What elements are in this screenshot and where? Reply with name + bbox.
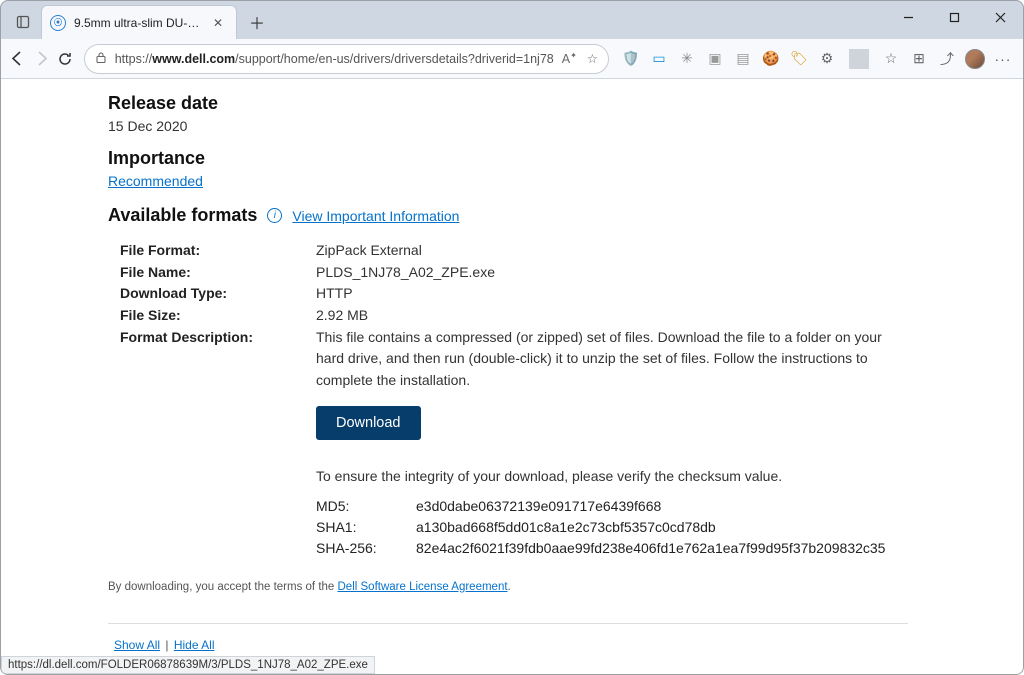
- menu-button[interactable]: ···: [993, 49, 1013, 69]
- reader-icon[interactable]: A✦: [562, 51, 577, 66]
- tab-strip: ⦿ 9.5mm ultra-slim DU-8A5LH FW ✕ ＋: [5, 5, 271, 39]
- format-desc-value: This file contains a compressed (or zipp…: [316, 327, 908, 392]
- browser-window: ⦿ 9.5mm ultra-slim DU-8A5LH FW ✕ ＋: [0, 0, 1024, 675]
- file-format-label: File Format:: [120, 240, 316, 262]
- license-link[interactable]: Dell Software License Agreement: [338, 581, 508, 593]
- page-content: Release date 15 Dec 2020 Importance Reco…: [1, 93, 1023, 674]
- ext-icon-4[interactable]: ▣: [705, 49, 725, 69]
- sha1-label: SHA1:: [316, 517, 416, 538]
- license-suffix: .: [508, 581, 511, 593]
- integrity-text: To ensure the integrity of your download…: [316, 468, 908, 484]
- ext-icon-8[interactable]: ⚙: [817, 49, 837, 69]
- ext-icon-2[interactable]: ▭: [649, 49, 669, 69]
- share-button[interactable]: ⤴: [937, 49, 957, 69]
- forward-button[interactable]: [31, 43, 53, 75]
- important-info-link[interactable]: View Important Information: [292, 208, 459, 224]
- back-button[interactable]: [7, 43, 29, 75]
- toolbar-separator: [849, 49, 869, 69]
- ext-icon-7[interactable]: 🏷: [789, 49, 809, 69]
- ext-icon-1[interactable]: 🛡️: [621, 49, 641, 69]
- download-type-label: Download Type:: [120, 283, 316, 305]
- sha1-value: a130bad668f5dd01c8a1e2c73cbf5357c0cd78db: [416, 517, 908, 538]
- collections-button[interactable]: ⊞: [909, 49, 929, 69]
- license-prefix: By downloading, you accept the terms of …: [108, 581, 338, 593]
- toggle-separator: |: [162, 638, 172, 652]
- md5-label: MD5:: [316, 496, 416, 517]
- tab-close-icon[interactable]: ✕: [210, 16, 226, 30]
- importance-level-link[interactable]: Recommended: [108, 173, 203, 189]
- tab-actions-icon[interactable]: [9, 8, 37, 36]
- close-window-button[interactable]: [977, 1, 1023, 33]
- favorites-button[interactable]: ☆: [881, 49, 901, 69]
- available-formats-heading: Available formats: [108, 205, 257, 226]
- dell-favicon: ⦿: [50, 15, 66, 31]
- profile-avatar[interactable]: [965, 49, 985, 69]
- extension-icons: 🛡️ ▭ ✳ ▣ ▤ 🍪 🏷 ⚙ ☆ ⊞ ⤴ ···: [617, 49, 1017, 69]
- download-button[interactable]: Download: [316, 406, 421, 440]
- format-details: File Format: ZipPack External File Name:…: [120, 240, 908, 559]
- file-format-value: ZipPack External: [316, 240, 908, 262]
- file-name-label: File Name:: [120, 262, 316, 284]
- browser-toolbar: https://www.dell.com/support/home/en-us/…: [1, 39, 1023, 79]
- url-scheme: https://: [115, 52, 153, 66]
- titlebar: ⦿ 9.5mm ultra-slim DU-8A5LH FW ✕ ＋: [1, 1, 1023, 39]
- lock-icon: [95, 51, 107, 67]
- importance-heading: Importance: [108, 148, 908, 169]
- address-bar[interactable]: https://www.dell.com/support/home/en-us/…: [84, 44, 609, 74]
- favorite-icon[interactable]: ☆: [587, 51, 598, 66]
- release-date-heading: Release date: [108, 93, 908, 114]
- license-note: By downloading, you accept the terms of …: [108, 581, 908, 593]
- file-size-label: File Size:: [120, 305, 316, 327]
- file-size-value: 2.92 MB: [316, 305, 908, 327]
- page-viewport[interactable]: Release date 15 Dec 2020 Importance Reco…: [1, 79, 1023, 674]
- url-text: https://www.dell.com/support/home/en-us/…: [115, 52, 554, 66]
- maximize-button[interactable]: [931, 1, 977, 33]
- minimize-button[interactable]: [885, 1, 931, 33]
- info-icon: i: [267, 208, 282, 223]
- show-hide-toggles: Show All | Hide All: [112, 638, 908, 652]
- ext-icon-6[interactable]: 🍪: [761, 49, 781, 69]
- file-name-value: PLDS_1NJ78_A02_ZPE.exe: [316, 262, 908, 284]
- sha256-label: SHA-256:: [316, 538, 416, 559]
- refresh-button[interactable]: [54, 43, 76, 75]
- section-divider: [108, 623, 908, 624]
- format-desc-label: Format Description:: [120, 327, 316, 392]
- md5-value: e3d0dabe06372139e091717e6439f668: [416, 496, 908, 517]
- new-tab-button[interactable]: ＋: [243, 8, 271, 36]
- release-date-value: 15 Dec 2020: [108, 118, 908, 134]
- checksum-block: MD5: e3d0dabe06372139e091717e6439f668 SH…: [316, 496, 908, 559]
- show-all-link[interactable]: Show All: [114, 638, 160, 652]
- download-type-value: HTTP: [316, 283, 908, 305]
- hide-all-link[interactable]: Hide All: [174, 638, 215, 652]
- status-bar: https://dl.dell.com/FOLDER06878639M/3/PL…: [1, 656, 375, 674]
- ext-icon-5[interactable]: ▤: [733, 49, 753, 69]
- url-path: /support/home/en-us/drivers/driversdetai…: [235, 52, 554, 66]
- browser-tab[interactable]: ⦿ 9.5mm ultra-slim DU-8A5LH FW ✕: [41, 5, 237, 39]
- sha256-value: 82e4ac2f6021f39fdb0aae99fd238e406fd1e762…: [416, 538, 908, 559]
- url-host: www.dell.com: [152, 52, 235, 66]
- tab-title: 9.5mm ultra-slim DU-8A5LH FW: [74, 16, 204, 30]
- window-controls: [885, 1, 1023, 33]
- ext-icon-3[interactable]: ✳: [677, 49, 697, 69]
